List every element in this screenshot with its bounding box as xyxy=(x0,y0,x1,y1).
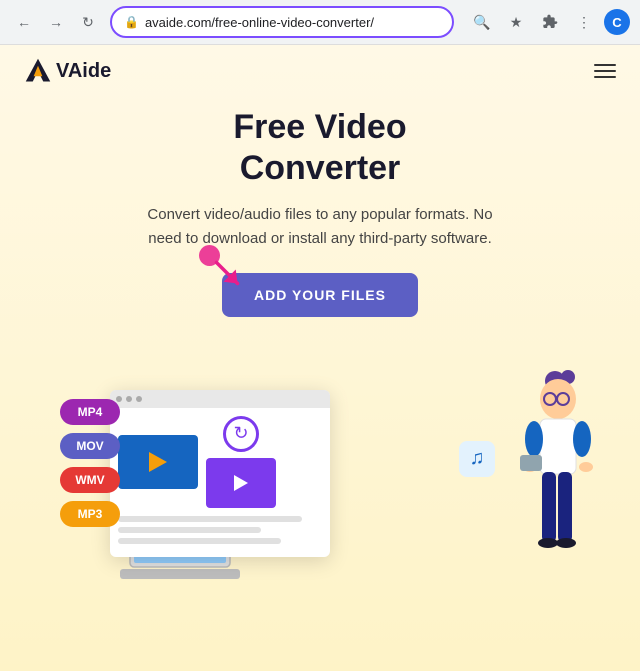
url-text: avaide.com/free-online-video-converter/ xyxy=(145,15,440,30)
logo-icon xyxy=(24,57,52,85)
badge-mov: MOV xyxy=(60,433,120,459)
site-nav: VAide xyxy=(0,45,640,97)
menu-icon[interactable]: ⋮ xyxy=(570,8,598,36)
logo: VAide xyxy=(24,57,111,85)
extensions-icon[interactable] xyxy=(536,8,564,36)
logo-text: VAide xyxy=(56,60,111,83)
toolbar-icons: 🔍 ★ ⋮ C xyxy=(468,8,630,36)
badge-mp4: MP4 xyxy=(60,399,120,425)
mockup-body: ↻ xyxy=(110,408,330,516)
video-thumb-purple xyxy=(206,458,276,508)
mockup-line-2 xyxy=(118,527,261,533)
convert-icon: ↻ xyxy=(223,416,259,452)
format-badges: MP4 MOV WMV MP3 xyxy=(60,399,120,527)
hero-title: Free Video Converter xyxy=(40,107,600,189)
cursor-arrow-icon xyxy=(192,238,262,308)
forward-button[interactable]: → xyxy=(42,8,70,36)
illustration-area: MP4 MOV WMV MP3 ↻ xyxy=(0,347,640,627)
page-content: VAide Free Video Converter Convert video… xyxy=(0,45,640,671)
badge-wmv: WMV xyxy=(60,467,120,493)
mockup-dot-2 xyxy=(126,396,132,402)
hamburger-menu[interactable] xyxy=(594,64,616,78)
reload-button[interactable]: ↻ xyxy=(74,8,102,36)
play-icon-white xyxy=(234,475,248,491)
lock-icon: 🔒 xyxy=(124,15,139,29)
hero-subtitle: Convert video/audio files to any popular… xyxy=(130,203,510,251)
music-note-icon: ♫ xyxy=(459,441,495,477)
play-icon-yellow xyxy=(149,452,167,472)
video-mockup: ↻ xyxy=(110,390,330,557)
video-thumb-blue xyxy=(118,435,198,489)
badge-mp3: MP3 xyxy=(60,501,120,527)
search-icon[interactable]: 🔍 xyxy=(468,8,496,36)
browser-top-bar: ← → ↻ 🔒 avaide.com/free-online-video-con… xyxy=(0,0,640,44)
browser-chrome: ← → ↻ 🔒 avaide.com/free-online-video-con… xyxy=(0,0,640,45)
mockup-line-1 xyxy=(118,516,302,522)
cta-area: ADD YOUR FILES xyxy=(222,273,418,317)
bookmark-icon[interactable]: ★ xyxy=(502,8,530,36)
hero-section: Free Video Converter Convert video/audio… xyxy=(0,97,640,347)
back-button[interactable]: ← xyxy=(10,8,38,36)
profile-avatar[interactable]: C xyxy=(604,9,630,35)
address-bar[interactable]: 🔒 avaide.com/free-online-video-converter… xyxy=(110,6,454,38)
mockup-titlebar xyxy=(110,390,330,408)
mockup-dot-3 xyxy=(136,396,142,402)
mockup-line-3 xyxy=(118,538,281,544)
character-illustration xyxy=(500,367,610,587)
mockup-lines xyxy=(110,516,330,557)
nav-buttons: ← → ↻ xyxy=(10,8,102,36)
